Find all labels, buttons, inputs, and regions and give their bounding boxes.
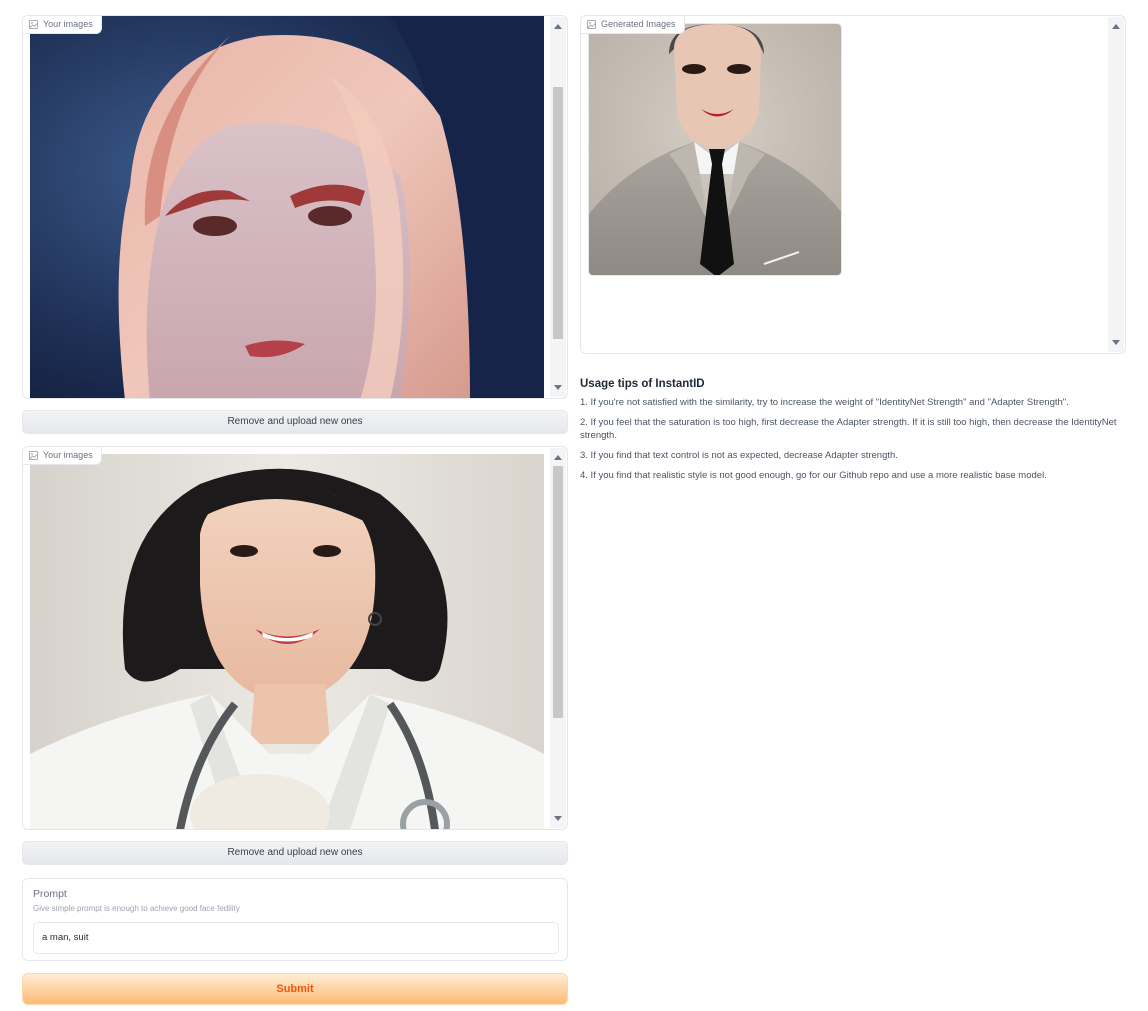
gallery-label: Your images	[23, 447, 102, 465]
prompt-label: Prompt	[33, 888, 67, 900]
generated-gallery[interactable]: Generated Images	[580, 15, 1126, 354]
scroll-down-icon[interactable]	[550, 812, 566, 826]
remove-and-upload-button-2[interactable]: Remove and upload new ones	[22, 841, 568, 865]
tip-item: 2. If you feel that the saturation is to…	[580, 417, 1117, 441]
tip-item: 1. If you're not satisfied with the simi…	[580, 397, 1069, 408]
scroll-up-icon[interactable]	[550, 19, 566, 33]
image-icon	[587, 19, 596, 29]
usage-tips: Usage tips of InstantID 1. If you're not…	[580, 378, 1120, 489]
tip-item: 4. If you find that realistic style is n…	[580, 470, 1047, 481]
uploaded-image-anime-portrait[interactable]	[30, 16, 544, 398]
prompt-info: Give simple prompt is enough to achieve …	[33, 904, 240, 913]
image-icon	[29, 19, 38, 29]
gallery-label: Your images	[23, 16, 102, 34]
tip-item: 3. If you find that text control is not …	[580, 450, 898, 461]
prompt-block: Prompt Give simple prompt is enough to a…	[22, 878, 568, 961]
input-gallery-1[interactable]: Your images	[22, 15, 568, 399]
input-gallery-2[interactable]: Your images	[22, 446, 568, 830]
usage-tips-title: Usage tips of InstantID	[580, 378, 705, 390]
gallery-label: Generated Images	[581, 16, 685, 34]
remove-and-upload-button-1[interactable]: Remove and upload new ones	[22, 410, 568, 434]
gallery-scrollbar[interactable]	[1108, 17, 1124, 352]
generated-image-thumbnail[interactable]	[588, 23, 842, 276]
scroll-down-icon[interactable]	[1108, 336, 1124, 350]
scroll-thumb[interactable]	[553, 466, 563, 718]
scroll-down-icon[interactable]	[550, 381, 566, 395]
uploaded-image-doctor-portrait[interactable]	[30, 454, 544, 829]
scroll-thumb[interactable]	[553, 87, 563, 339]
submit-button[interactable]: Submit	[22, 973, 568, 1005]
image-icon	[29, 450, 38, 460]
scroll-up-icon[interactable]	[1108, 19, 1124, 33]
prompt-input[interactable]: a man, suit	[33, 922, 559, 954]
scroll-up-icon[interactable]	[550, 450, 566, 464]
gallery-scrollbar[interactable]	[550, 17, 566, 397]
gallery-scrollbar[interactable]	[550, 448, 566, 828]
